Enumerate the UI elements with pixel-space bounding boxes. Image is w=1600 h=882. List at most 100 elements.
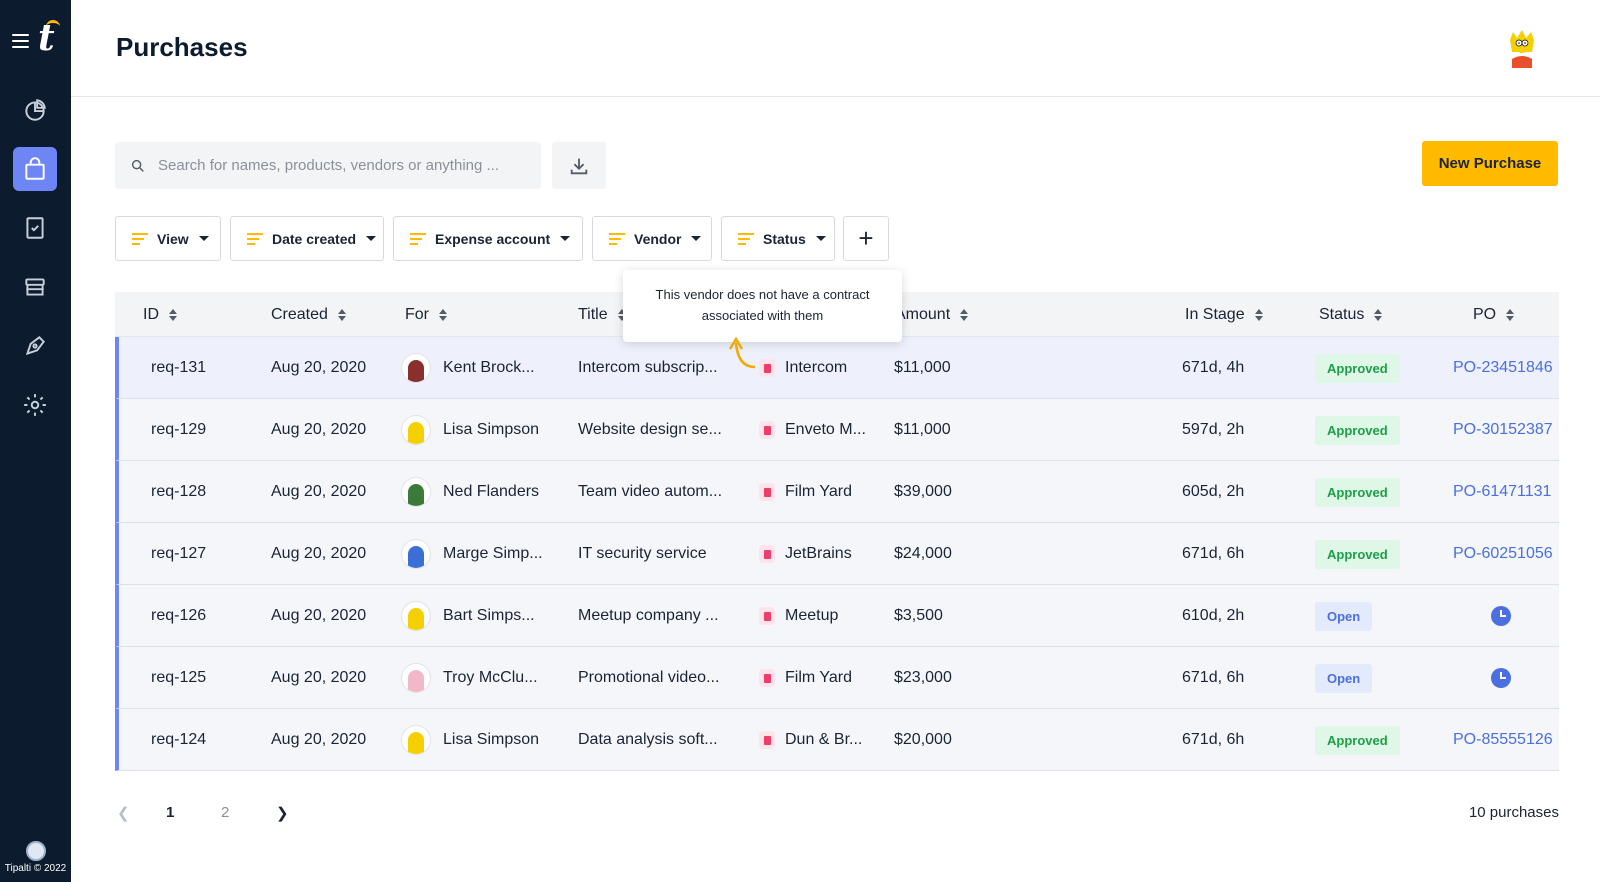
add-filter-button[interactable]: + xyxy=(843,216,889,261)
caret-down-icon xyxy=(691,236,702,241)
column-header-for[interactable]: For xyxy=(405,292,447,337)
pending-clock-icon xyxy=(1491,668,1511,688)
sort-icon xyxy=(1374,308,1383,321)
filter-label: Expense account xyxy=(435,230,551,247)
nav-purchases[interactable] xyxy=(13,147,57,191)
page-2[interactable]: 2 xyxy=(221,804,229,821)
po-link[interactable]: PO-60251056 xyxy=(1453,545,1553,563)
cell-po xyxy=(1491,647,1511,709)
cell-po[interactable]: PO-61471131 xyxy=(1453,461,1551,523)
hamburger-menu-icon[interactable] xyxy=(12,34,29,48)
nav-dashboard[interactable] xyxy=(13,88,57,132)
filter-vendor[interactable]: Vendor xyxy=(592,216,712,261)
cell-for[interactable]: Bart Simps... xyxy=(401,585,535,647)
filter-view[interactable]: View xyxy=(115,216,221,261)
no-contract-icon[interactable] xyxy=(759,483,775,501)
nav-vendors[interactable] xyxy=(13,265,57,309)
status-badge: Approved xyxy=(1315,353,1400,383)
column-header-po[interactable]: PO xyxy=(1473,292,1515,337)
filter-status[interactable]: Status xyxy=(721,216,835,261)
cell-amount: $24,000 xyxy=(894,545,952,562)
no-contract-icon[interactable] xyxy=(759,607,775,625)
filter-lines-icon xyxy=(738,230,754,248)
copyright-text: Tipalti © 2022 xyxy=(4,863,67,874)
search-input[interactable] xyxy=(158,157,518,174)
column-header-title[interactable]: Title xyxy=(578,292,626,337)
no-contract-icon[interactable] xyxy=(759,421,775,439)
cell-created: Aug 20, 2020 xyxy=(271,731,367,748)
nav-contracts[interactable] xyxy=(13,324,57,368)
cell-po[interactable]: PO-23451846 xyxy=(1453,337,1553,399)
cell-po[interactable]: PO-60251056 xyxy=(1453,523,1553,585)
cell-vendor[interactable]: Intercom xyxy=(759,337,847,399)
user-avatar[interactable] xyxy=(1504,28,1540,68)
column-header-amount[interactable]: Amount xyxy=(895,292,969,337)
vendor-name: Intercom xyxy=(785,359,848,376)
cell-vendor[interactable]: Meetup xyxy=(759,585,838,647)
page-title: Purchases xyxy=(116,32,248,62)
cell-for[interactable]: Troy McClu... xyxy=(401,647,538,709)
no-contract-icon[interactable] xyxy=(759,669,775,687)
caret-down-icon xyxy=(198,236,209,241)
sort-icon xyxy=(169,308,177,321)
table-row[interactable]: req-126 Aug 20, 2020 Bart Simps... Meetup c… xyxy=(115,585,1559,647)
cell-in-stage: 605d, 2h xyxy=(1182,483,1245,500)
table-row[interactable]: req-125 Aug 20, 2020 Troy McClu... Promotio… xyxy=(115,647,1559,709)
download-button[interactable] xyxy=(552,142,606,189)
tooltip-line: associated with them xyxy=(701,308,824,323)
cell-for[interactable]: Kent Brock... xyxy=(401,337,535,399)
table-row[interactable]: req-128 Aug 20, 2020 Ned Flanders Team vide… xyxy=(115,461,1559,523)
cell-title: IT security service xyxy=(578,545,707,562)
column-header-status[interactable]: Status xyxy=(1319,292,1383,337)
cell-vendor[interactable]: Dun & Br... xyxy=(759,709,862,771)
cell-created: Aug 20, 2020 xyxy=(271,421,367,438)
no-contract-icon[interactable] xyxy=(759,731,775,749)
po-link[interactable]: PO-23451846 xyxy=(1453,359,1553,377)
sidebar: t Tipalti © 2022 xyxy=(0,0,71,882)
cell-for[interactable]: Marge Simp... xyxy=(401,523,543,585)
cell-for[interactable]: Lisa Simpson xyxy=(401,399,539,461)
no-contract-icon[interactable] xyxy=(759,545,775,563)
cell-vendor[interactable]: JetBrains xyxy=(759,523,852,585)
no-contract-icon[interactable] xyxy=(759,359,775,377)
cell-po[interactable]: PO-30152387 xyxy=(1453,399,1553,461)
po-link[interactable]: PO-61471131 xyxy=(1453,483,1551,501)
vendor-contract-tooltip: This vendor does not have a contract ass… xyxy=(623,270,902,342)
page-1[interactable]: 1 xyxy=(166,804,174,821)
filter-expense-account[interactable]: Expense account xyxy=(393,216,583,261)
column-header-in-stage[interactable]: In Stage xyxy=(1185,292,1263,337)
purchases-table: ID Created For Title Amount In Stage Sta… xyxy=(115,292,1559,771)
table-row[interactable]: req-127 Aug 20, 2020 Marge Simp... IT secur… xyxy=(115,523,1559,585)
globe-icon xyxy=(25,841,46,861)
cell-in-stage: 671d, 6h xyxy=(1182,545,1245,562)
search-icon xyxy=(131,159,144,172)
table-row[interactable]: req-131 Aug 20, 2020 Kent Brock... Intercom… xyxy=(115,337,1559,399)
nav-settings[interactable] xyxy=(13,383,57,427)
filter-date-created[interactable]: Date created xyxy=(230,216,384,261)
column-header-created[interactable]: Created xyxy=(271,292,346,337)
prev-page-icon[interactable]: ❮ xyxy=(117,804,130,822)
table-row[interactable]: req-129 Aug 20, 2020 Lisa Simpson Website d… xyxy=(115,399,1559,461)
cell-for[interactable]: Ned Flanders xyxy=(401,461,539,523)
filter-label: Status xyxy=(763,230,806,247)
cell-vendor[interactable]: Enveto M... xyxy=(759,399,866,461)
po-link[interactable]: PO-85555126 xyxy=(1453,731,1553,749)
cell-po[interactable]: PO-85555126 xyxy=(1453,709,1553,771)
cell-vendor[interactable]: Film Yard xyxy=(759,461,852,523)
new-purchase-button[interactable]: New Purchase xyxy=(1422,141,1558,186)
cell-in-stage: 671d, 6h xyxy=(1182,669,1245,686)
tooltip-line: This vendor does not have a contract xyxy=(655,287,870,302)
po-link[interactable]: PO-30152387 xyxy=(1453,421,1553,439)
table-row[interactable]: req-124 Aug 20, 2020 Lisa Simpson Data anal… xyxy=(115,709,1559,771)
next-page-icon[interactable]: ❯ xyxy=(276,804,289,822)
cell-for[interactable]: Lisa Simpson xyxy=(401,709,539,771)
cell-vendor[interactable]: Film Yard xyxy=(759,647,852,709)
column-header-id[interactable]: ID xyxy=(143,292,177,337)
cell-status: Approved xyxy=(1315,461,1400,523)
nav-approvals[interactable] xyxy=(13,206,57,250)
store-icon xyxy=(25,278,45,296)
caret-down-icon xyxy=(366,236,377,241)
cell-created: Aug 20, 2020 xyxy=(271,359,367,376)
cell-amount: $11,000 xyxy=(894,359,951,376)
search-bar[interactable] xyxy=(115,142,541,189)
